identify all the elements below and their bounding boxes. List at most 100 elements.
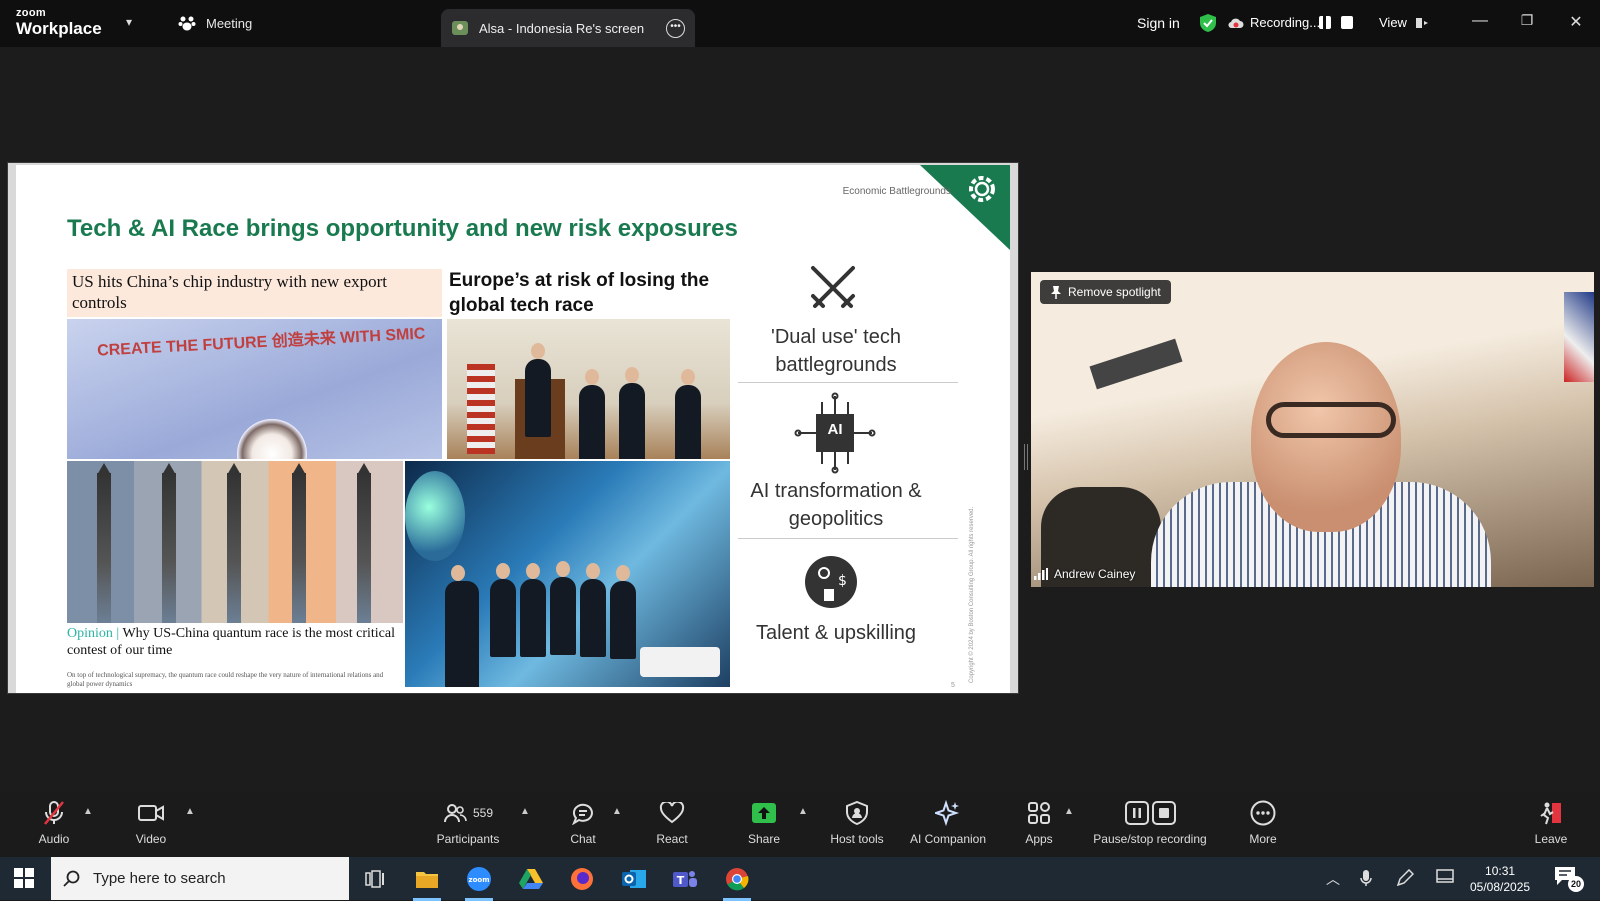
- share-options-chevron-icon[interactable]: ▲: [798, 806, 808, 817]
- person: [579, 369, 605, 459]
- slide-page-number: 5: [951, 682, 955, 689]
- recording-label: Recording...: [1250, 15, 1321, 30]
- remove-spotlight-label: Remove spotlight: [1068, 285, 1161, 299]
- video-button[interactable]: Video: [130, 798, 172, 846]
- rocket: [357, 463, 371, 623]
- mic-muted-icon: [44, 801, 64, 825]
- taskbar-search-box[interactable]: Type here to search: [51, 857, 349, 900]
- google-drive-icon[interactable]: [511, 863, 551, 895]
- zoom-workplace-logo[interactable]: zoom Workplace: [16, 8, 102, 38]
- audio-button[interactable]: Audio: [34, 798, 74, 846]
- audio-label: Audio: [38, 832, 70, 846]
- windows-taskbar: Type here to search zoom T ︿ 10:31 05/08…: [0, 857, 1600, 901]
- microphone-tray-icon[interactable]: [1360, 869, 1372, 890]
- participant-video-tile[interactable]: [1031, 272, 1594, 587]
- minimize-button[interactable]: —: [1470, 12, 1490, 30]
- view-layout-icon: [1415, 17, 1428, 28]
- rocket: [97, 463, 111, 623]
- tech-exhibition-photo: [405, 461, 730, 687]
- smic-photo: CREATE THE FUTURE 创造未来 WITH SMIC: [67, 319, 442, 459]
- participants-button[interactable]: 559 Participants: [430, 798, 506, 846]
- stop-recording-button[interactable]: [1341, 16, 1353, 29]
- apps-options-chevron-icon[interactable]: ▲: [1064, 806, 1074, 817]
- tab-screen-share-label: Alsa - Indonesia Re's screen: [479, 20, 645, 36]
- panel-splitter-handle[interactable]: [1024, 444, 1028, 470]
- opinion-label: Opinion: [67, 626, 113, 641]
- apps-button[interactable]: Apps: [1020, 798, 1058, 846]
- teams-icon[interactable]: T: [665, 863, 705, 895]
- leave-label: Leave: [1534, 832, 1568, 846]
- leave-button[interactable]: Leave: [1532, 798, 1570, 846]
- view-menu-button[interactable]: View: [1379, 15, 1429, 30]
- restore-button[interactable]: ❐: [1517, 12, 1537, 29]
- rocket: [162, 463, 176, 623]
- person: [445, 565, 479, 687]
- participants-count: 559: [472, 806, 494, 820]
- video-camera-icon: [138, 805, 164, 821]
- close-button[interactable]: ✕: [1566, 12, 1586, 32]
- title-bar: zoom Workplace ▾ Meeting Alsa - Indonesi…: [0, 0, 1600, 47]
- apps-label: Apps: [1025, 832, 1053, 846]
- host-shield-icon: [846, 801, 868, 825]
- heart-icon: [659, 802, 685, 824]
- participant-glasses: [1266, 402, 1396, 438]
- react-button[interactable]: React: [652, 798, 692, 846]
- tab-meeting[interactable]: Meeting: [178, 12, 252, 34]
- pause-stop-recording-button[interactable]: Pause/stop recording: [1088, 798, 1212, 846]
- recording-indicator[interactable]: Recording...: [1228, 15, 1320, 30]
- file-explorer-icon[interactable]: [407, 863, 447, 901]
- pause-icon: [1124, 801, 1149, 825]
- share-label: Share: [747, 832, 781, 846]
- slide-section-label: Economic Battlegrounds: [842, 186, 951, 197]
- chrome-icon[interactable]: [717, 863, 757, 901]
- remove-spotlight-button[interactable]: Remove spotlight: [1040, 280, 1171, 304]
- person: [550, 561, 576, 655]
- chat-options-chevron-icon[interactable]: ▲: [612, 806, 622, 817]
- rocket: [227, 463, 241, 623]
- show-hidden-icons-chevron-icon[interactable]: ︿: [1326, 869, 1340, 889]
- ai-companion-button[interactable]: AI Companion: [906, 798, 990, 846]
- clock-time: 10:31: [1485, 864, 1516, 878]
- host-tools-button[interactable]: Host tools: [826, 798, 888, 846]
- sign-in-link[interactable]: Sign in: [1137, 15, 1180, 31]
- outlook-icon[interactable]: [614, 863, 654, 895]
- person: [580, 563, 606, 657]
- security-shield-icon[interactable]: [1199, 13, 1217, 33]
- tab-more-icon[interactable]: •••: [666, 18, 685, 38]
- more-button[interactable]: More: [1245, 798, 1281, 846]
- chat-bubble-icon: [572, 803, 593, 825]
- rocket: [292, 463, 306, 623]
- audio-options-chevron-icon[interactable]: ▲: [83, 806, 93, 817]
- search-icon: [63, 870, 80, 887]
- meeting-paw-icon: [178, 16, 196, 31]
- display-tray-icon[interactable]: [1436, 869, 1454, 888]
- news1-headline: US hits China’s chip industry with new e…: [72, 272, 387, 312]
- cloud-record-icon: [1228, 18, 1244, 28]
- notification-center-button[interactable]: 20: [1554, 866, 1584, 892]
- person: [675, 369, 701, 459]
- firefox-icon[interactable]: [562, 863, 602, 895]
- host-tools-label: Host tools: [830, 832, 884, 846]
- svg-text:$: $: [838, 573, 847, 589]
- participants-options-chevron-icon[interactable]: ▲: [520, 806, 530, 817]
- svg-text:zoom: zoom: [469, 876, 490, 884]
- view-label: View: [1379, 15, 1407, 30]
- task-view-icon[interactable]: [355, 863, 395, 895]
- zoom-app-icon[interactable]: zoom: [459, 863, 499, 901]
- smic-banner-text: CREATE THE FUTURE 创造未来 WITH SMIC: [96, 325, 426, 360]
- rockets-photo: [67, 461, 403, 623]
- talent-head-icon: $: [805, 556, 857, 608]
- share-button[interactable]: Share: [744, 798, 784, 846]
- participants-label: Participants: [436, 832, 500, 846]
- chevron-down-icon[interactable]: ▾: [126, 15, 132, 29]
- windows-start-icon[interactable]: [14, 868, 34, 888]
- notification-count: 20: [1568, 876, 1584, 892]
- chat-button[interactable]: Chat: [566, 798, 600, 846]
- react-label: React: [656, 832, 688, 846]
- pen-tray-icon[interactable]: [1396, 868, 1415, 890]
- pause-recording-button[interactable]: [1319, 16, 1331, 29]
- taskbar-clock[interactable]: 10:31 05/08/2025: [1470, 863, 1530, 895]
- pillar-label: Talent & upskilling: [755, 622, 917, 644]
- video-options-chevron-icon[interactable]: ▲: [185, 806, 195, 817]
- tab-screen-share[interactable]: Alsa - Indonesia Re's screen •••: [441, 9, 695, 47]
